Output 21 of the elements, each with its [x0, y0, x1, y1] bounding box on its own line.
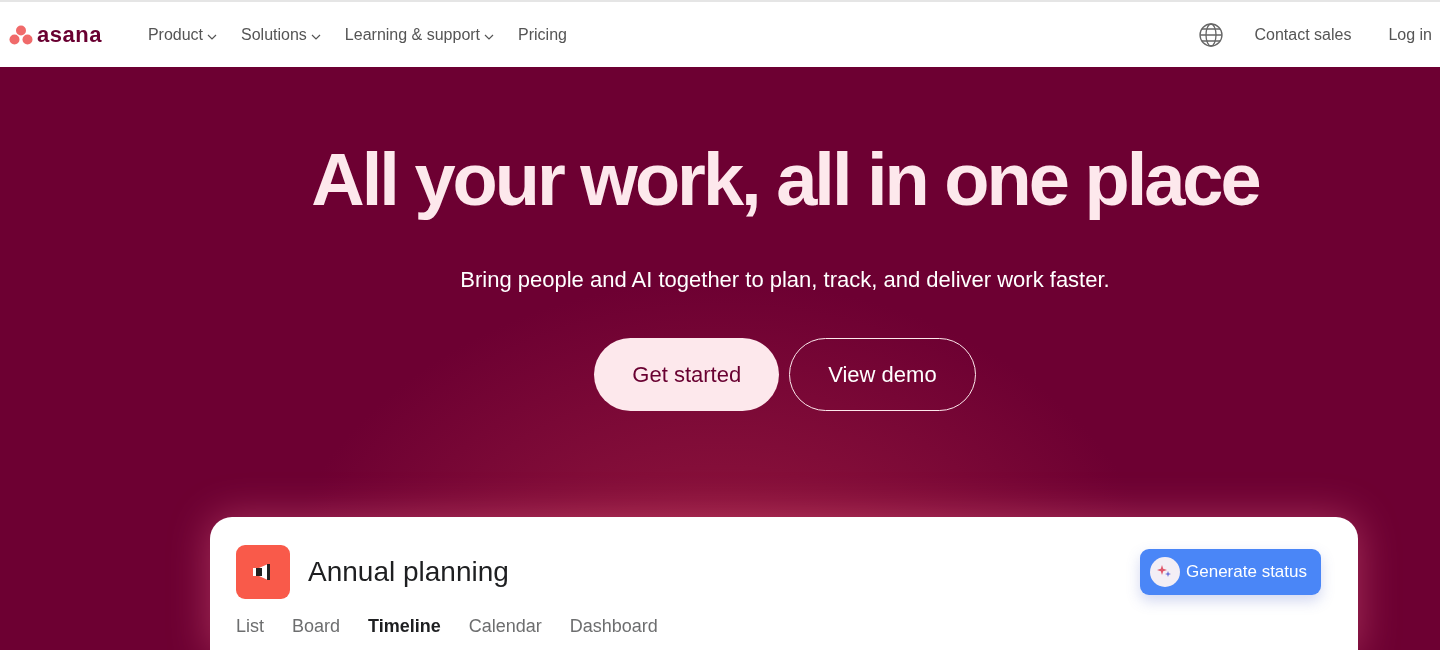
nav-menu-item[interactable]: Solutions [241, 22, 321, 47]
chevron-down-icon [310, 33, 321, 40]
chevron-down-icon [207, 33, 218, 40]
logo-icon [9, 24, 33, 45]
sparkle-icon [1150, 557, 1181, 587]
view-tab[interactable]: Timeline [368, 613, 441, 650]
view-tab[interactable]: Calendar [468, 613, 542, 650]
contact-sales-link[interactable]: Contact sales [1254, 22, 1352, 47]
view-tab[interactable]: Dashboard [569, 613, 658, 650]
project-title: Annual planning [308, 555, 509, 589]
view-tab[interactable]: List [236, 613, 264, 650]
hero-subtitle: Bring people and AI together to plan, track, and deliver work faster. [460, 266, 1110, 294]
chevron-down-icon [484, 33, 495, 40]
get-started-button[interactable]: Get started [594, 338, 780, 411]
login-link[interactable]: Log in [1388, 22, 1432, 47]
nav-menu-item[interactable]: Learning & support [344, 22, 495, 47]
view-tab[interactable]: Board [292, 613, 341, 650]
globe-icon[interactable] [1199, 22, 1224, 47]
nav-menu-item[interactable]: Pricing [518, 22, 567, 47]
logo-wordmark[interactable]: asana [37, 23, 102, 46]
nav-menu-item[interactable]: Product [147, 22, 218, 47]
